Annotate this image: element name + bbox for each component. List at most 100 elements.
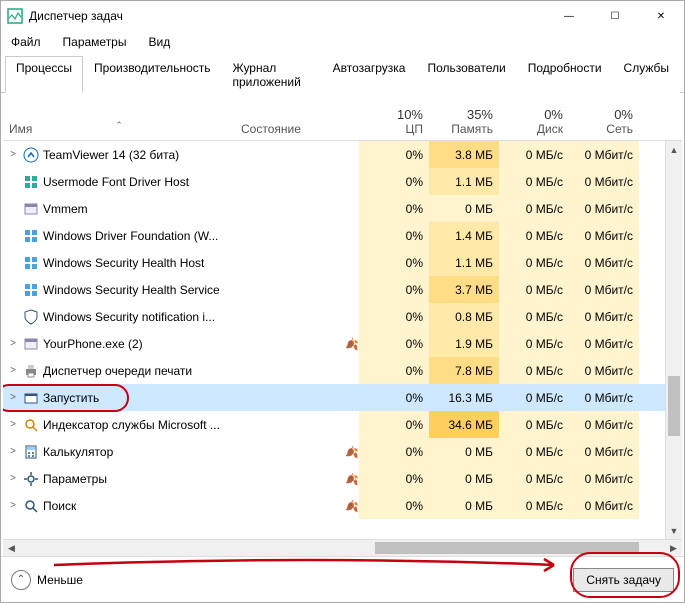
scroll-left-icon[interactable]: ◀ (3, 540, 20, 556)
cpu-cell: 0% (359, 492, 429, 519)
disk-cell: 0 МБ/с (499, 384, 569, 411)
window-title: Диспетчер задач (29, 9, 546, 23)
network-cell: 0 Мбит/с (569, 492, 639, 519)
scroll-right-icon[interactable]: ▶ (665, 540, 682, 556)
process-row[interactable]: >Диспетчер очереди печати0%7.8 МБ0 МБ/с0… (3, 357, 682, 384)
process-row[interactable]: Vmmem0%0 МБ0 МБ/с0 Мбит/с (3, 195, 682, 222)
footer: ⌃ Меньше Снять задачу (1, 556, 684, 602)
close-button[interactable]: ✕ (638, 1, 684, 31)
menu-options[interactable]: Параметры (59, 33, 131, 51)
leaf-icon: 🍂 (345, 501, 359, 513)
tab-users[interactable]: Пользователи (416, 56, 516, 93)
expand-icon[interactable] (7, 257, 19, 268)
disk-cell: 0 МБ/с (499, 465, 569, 492)
network-cell: 0 Мбит/с (569, 222, 639, 249)
horizontal-scrollbar[interactable]: ◀ ▶ (3, 539, 682, 556)
memory-cell: 1.1 МБ (429, 168, 499, 195)
process-icon (23, 363, 39, 379)
process-icon (23, 336, 39, 352)
col-disk-header[interactable]: 0% Диск (499, 105, 569, 140)
fewer-details-button[interactable]: ⌃ Меньше (11, 570, 83, 590)
process-row[interactable]: Windows Security notification i...0%0.8 … (3, 303, 682, 330)
network-cell: 0 Мбит/с (569, 141, 639, 168)
menu-view[interactable]: Вид (144, 33, 174, 51)
process-grid: ⌃ Имя Состояние 10% ЦП 35% Память 0% Дис… (1, 93, 684, 556)
expand-icon[interactable] (7, 230, 19, 241)
expand-icon[interactable]: > (7, 338, 19, 349)
tab-processes[interactable]: Процессы (5, 56, 83, 93)
process-row[interactable]: >YourPhone.exe (2)🍂0%1.9 МБ0 МБ/с0 Мбит/… (3, 330, 682, 357)
maximize-button[interactable]: ☐ (592, 1, 638, 31)
cpu-cell: 0% (359, 195, 429, 222)
process-row[interactable]: >Поиск🍂0%0 МБ0 МБ/с0 Мбит/с (3, 492, 682, 519)
tab-services[interactable]: Службы (613, 56, 680, 93)
process-row[interactable]: >Калькулятор🍂0%0 МБ0 МБ/с0 Мбит/с (3, 438, 682, 465)
scroll-thumb[interactable] (668, 376, 680, 436)
menu-file[interactable]: Файл (7, 33, 45, 51)
process-row[interactable]: Usermode Font Driver Host0%1.1 МБ0 МБ/с0… (3, 168, 682, 195)
expand-icon[interactable]: > (7, 419, 19, 430)
process-icon (23, 444, 39, 460)
scroll-down-icon[interactable]: ▼ (666, 522, 682, 539)
expand-icon[interactable] (7, 203, 19, 214)
process-name: YourPhone.exe (2) (43, 337, 143, 351)
scroll-up-icon[interactable]: ▲ (666, 141, 682, 158)
process-name: Параметры (43, 472, 107, 486)
hscroll-thumb[interactable] (375, 542, 639, 554)
process-row[interactable]: >Запустить0%16.3 МБ0 МБ/с0 Мбит/с (3, 384, 682, 411)
process-row[interactable]: >Индексатор службы Microsoft ...0%34.6 М… (3, 411, 682, 438)
process-row[interactable]: Windows Security Health Host0%1.1 МБ0 МБ… (3, 249, 682, 276)
tab-details[interactable]: Подробности (517, 56, 613, 93)
col-network-header[interactable]: 0% Сеть (569, 105, 639, 140)
memory-cell: 0 МБ (429, 465, 499, 492)
tab-startup[interactable]: Автозагрузка (322, 56, 417, 93)
expand-icon[interactable]: > (7, 473, 19, 484)
network-cell: 0 Мбит/с (569, 465, 639, 492)
expand-icon[interactable]: > (7, 365, 19, 376)
disk-cell: 0 МБ/с (499, 222, 569, 249)
col-name-header[interactable]: ⌃ Имя (3, 120, 235, 140)
disk-usage-pct: 0% (544, 107, 563, 122)
process-name: Windows Security Health Host (43, 256, 204, 270)
vertical-scrollbar[interactable]: ▲ ▼ (665, 141, 682, 539)
leaf-icon: 🍂 (345, 447, 359, 459)
cpu-cell: 0% (359, 276, 429, 303)
process-icon (23, 471, 39, 487)
cpu-cell: 0% (359, 411, 429, 438)
menubar: Файл Параметры Вид (1, 31, 684, 55)
end-task-button[interactable]: Снять задачу (573, 568, 674, 592)
col-status-header[interactable]: Состояние (235, 120, 359, 140)
process-row[interactable]: >Параметры🍂0%0 МБ0 МБ/с0 Мбит/с (3, 465, 682, 492)
hscroll-track[interactable] (20, 540, 665, 556)
disk-cell: 0 МБ/с (499, 411, 569, 438)
disk-label: Диск (537, 122, 563, 136)
process-icon (23, 255, 39, 271)
expand-icon[interactable]: > (7, 446, 19, 457)
memory-cell: 7.8 МБ (429, 357, 499, 384)
process-row[interactable]: >TeamViewer 14 (32 бита)0%3.8 МБ0 МБ/с0 … (3, 141, 682, 168)
process-row[interactable]: Windows Security Health Service0%3.7 МБ0… (3, 276, 682, 303)
cpu-label: ЦП (405, 122, 423, 136)
expand-icon[interactable] (7, 176, 19, 187)
expand-icon[interactable] (7, 284, 19, 295)
memory-cell: 16.3 МБ (429, 384, 499, 411)
cpu-cell: 0% (359, 141, 429, 168)
disk-cell: 0 МБ/с (499, 168, 569, 195)
col-cpu-header[interactable]: 10% ЦП (359, 105, 429, 140)
scroll-track[interactable] (666, 158, 682, 522)
disk-cell: 0 МБ/с (499, 492, 569, 519)
tab-performance[interactable]: Производительность (83, 56, 221, 93)
cpu-cell: 0% (359, 168, 429, 195)
network-cell: 0 Мбит/с (569, 249, 639, 276)
expand-icon[interactable] (7, 311, 19, 322)
expand-icon[interactable]: > (7, 149, 19, 160)
expand-icon[interactable]: > (7, 500, 19, 511)
process-row[interactable]: Windows Driver Foundation (W...0%1.4 МБ0… (3, 222, 682, 249)
col-memory-header[interactable]: 35% Память (429, 105, 499, 140)
network-cell: 0 Мбит/с (569, 357, 639, 384)
tab-app-history[interactable]: Журнал приложений (222, 56, 322, 93)
expand-icon[interactable]: > (7, 392, 19, 403)
cpu-cell: 0% (359, 330, 429, 357)
tabstrip: Процессы Производительность Журнал прило… (1, 55, 684, 93)
minimize-button[interactable]: — (546, 1, 592, 31)
